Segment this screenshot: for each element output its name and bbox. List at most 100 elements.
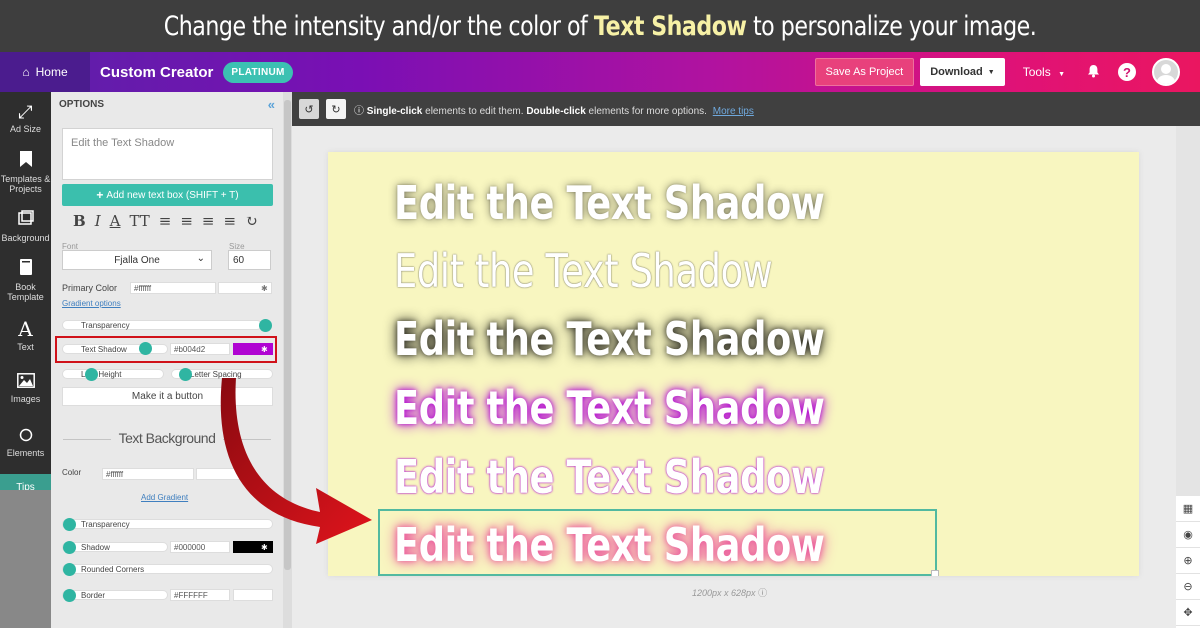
instruction-banner: Change the intensity and/or the color of… [0, 0, 1200, 52]
line-height-slider[interactable]: Line Height [62, 369, 164, 379]
eye-off-icon[interactable]: ◉ [1176, 522, 1200, 548]
options-scrollbar[interactable] [283, 92, 292, 628]
resize-handle[interactable] [931, 570, 939, 576]
bell-icon[interactable] [1087, 64, 1100, 81]
border-color-input[interactable]: #FFFFFF [170, 589, 230, 601]
bg-color-label: Color [62, 468, 82, 477]
primary-color-label: Primary Color [62, 283, 118, 293]
rounded-corners-knob[interactable] [63, 563, 76, 576]
sidebar-item-book-template[interactable]: Book Template [0, 254, 51, 308]
text-content-input[interactable]: Edit the Text Shadow [62, 128, 273, 180]
bg-transparency-slider[interactable]: Transparency [62, 519, 273, 529]
rotate-icon[interactable]: ↻ [245, 212, 258, 230]
line-height-knob[interactable] [85, 368, 98, 381]
eyedropper-icon[interactable]: ✱ [261, 284, 268, 293]
chevron-down-icon: ⌄ [196, 253, 205, 264]
caret-down-icon: ▼ [1058, 71, 1065, 78]
transparency-slider[interactable]: Transparency [62, 320, 262, 330]
collapse-icon[interactable]: « [268, 97, 275, 112]
image-icon [16, 372, 35, 393]
rounded-corners-label: Rounded Corners [81, 564, 145, 574]
banner-prefix: Change the intensity and/or the color of [163, 10, 588, 42]
tool-sidebar: ⤢ Ad Size Templates & Projects Backgroun… [0, 92, 51, 628]
size-input[interactable]: 60 [228, 250, 271, 270]
canvas-text-line[interactable]: Edit the Text Shadow [394, 244, 773, 298]
right-toolbar: ▦ ◉ ⊕ ⊖ ✥ [1176, 496, 1200, 628]
letter-spacing-label: Letter Spacing [190, 369, 242, 379]
format-toolbar: B I A TT ≡ ≡ ≡ ≡ ↻ [73, 212, 258, 230]
info-icon: ⓘ [758, 588, 768, 598]
zoom-out-icon[interactable]: ⊖ [1176, 574, 1200, 600]
bg-color-input[interactable]: #ffffff [102, 468, 194, 480]
canvas-text-line[interactable]: Edit the Text Shadow [394, 381, 825, 435]
letter-spacing-knob[interactable] [179, 368, 192, 381]
sidebar-item-elements[interactable]: Elements [0, 416, 51, 470]
transparency-knob[interactable] [259, 319, 272, 332]
rounded-corners-slider[interactable]: Rounded Corners [62, 564, 273, 574]
gradient-options-link[interactable]: Gradient options [62, 299, 121, 308]
align-right-icon[interactable]: ≡ [202, 212, 215, 230]
add-text-label: Add new text box (SHIFT + T) [106, 189, 239, 201]
align-justify-icon[interactable]: ≡ [224, 212, 237, 230]
font-select[interactable]: Fjalla One ⌄ [62, 250, 212, 270]
sidebar-item-background[interactable]: Background [0, 200, 51, 254]
tools-label: Tools [1022, 65, 1051, 79]
sidebar-item-text[interactable]: A Text [0, 308, 51, 362]
tools-menu[interactable]: Tools ▼ [1023, 65, 1065, 79]
download-button[interactable]: Download ▼ [920, 58, 1005, 86]
add-gradient-link[interactable]: Add Gradient [141, 493, 188, 502]
selection-box[interactable] [378, 509, 939, 576]
italic-icon[interactable]: I [95, 212, 101, 230]
book-icon [19, 259, 33, 280]
border-knob[interactable] [63, 589, 76, 602]
bold-icon[interactable]: B [73, 212, 86, 230]
redo-icon[interactable]: ↻ [326, 99, 346, 119]
zoom-in-icon[interactable]: ⊕ [1176, 548, 1200, 574]
download-label: Download [930, 66, 983, 78]
hint-end: elements for more options. [585, 105, 707, 117]
save-as-project-button[interactable]: Save As Project [814, 58, 915, 86]
border-color-swatch[interactable] [233, 589, 273, 601]
bg-transparency-knob[interactable] [63, 518, 76, 531]
add-text-box-button[interactable]: + Add new text box (SHIFT + T) [62, 184, 273, 206]
design-canvas[interactable]: Edit the Text Shadow Edit the Text Shado… [328, 152, 1139, 576]
top-navigation: ⌂ Home Custom Creator PLATINUM Save As P… [0, 52, 1200, 92]
right-rail-background [1176, 126, 1200, 496]
undo-icon[interactable]: ↺ [299, 99, 319, 119]
shadow-color-input[interactable]: #000000 [170, 541, 230, 553]
align-center-icon[interactable]: ≡ [180, 212, 193, 230]
plan-badge: PLATINUM [223, 61, 293, 83]
make-button-button[interactable]: Make it a button [62, 387, 273, 406]
primary-color-input[interactable]: #ffffff [130, 282, 216, 294]
info-icon: ⓘ [354, 105, 364, 117]
underline-color-icon[interactable]: A [110, 212, 121, 230]
border-slider[interactable]: Border [62, 590, 168, 600]
canvas-text-line[interactable]: Edit the Text Shadow [394, 450, 825, 504]
help-icon[interactable]: ? [1118, 63, 1136, 81]
shadow-slider[interactable]: Shadow [62, 542, 168, 552]
background-icon [17, 210, 34, 231]
sidebar-item-label: Text [17, 341, 34, 352]
align-left-icon[interactable]: ≡ [159, 212, 172, 230]
grid-icon[interactable]: ▦ [1176, 496, 1200, 522]
canvas-text-line[interactable]: Edit the Text Shadow [394, 176, 825, 230]
text-background-heading: Text Background [51, 430, 283, 446]
banner-highlight: Text Shadow [593, 10, 747, 42]
move-icon[interactable]: ✥ [1176, 600, 1200, 626]
caret-down-icon: ▼ [987, 68, 995, 76]
shadow-knob[interactable] [63, 541, 76, 554]
sidebar-item-label: Ad Size [9, 124, 42, 135]
text-transform-icon[interactable]: TT [129, 212, 149, 230]
sidebar-item-templates[interactable]: Templates & Projects [0, 146, 51, 200]
home-button[interactable]: ⌂ Home [0, 52, 90, 92]
scrollbar-thumb[interactable] [284, 100, 291, 570]
banner-text: Change the intensity and/or the color of… [164, 11, 1037, 42]
sidebar-item-images[interactable]: Images [0, 362, 51, 416]
canvas-text-line[interactable]: Edit the Text Shadow [394, 312, 825, 366]
avatar[interactable] [1152, 58, 1180, 86]
sidebar-item-ad-size[interactable]: ⤢ Ad Size [0, 92, 51, 146]
more-tips-link[interactable]: More tips [713, 106, 754, 117]
bg-color-swatch[interactable] [196, 468, 252, 480]
eyedropper-icon[interactable]: ✱ [261, 543, 268, 552]
bookmark-icon [19, 151, 32, 172]
